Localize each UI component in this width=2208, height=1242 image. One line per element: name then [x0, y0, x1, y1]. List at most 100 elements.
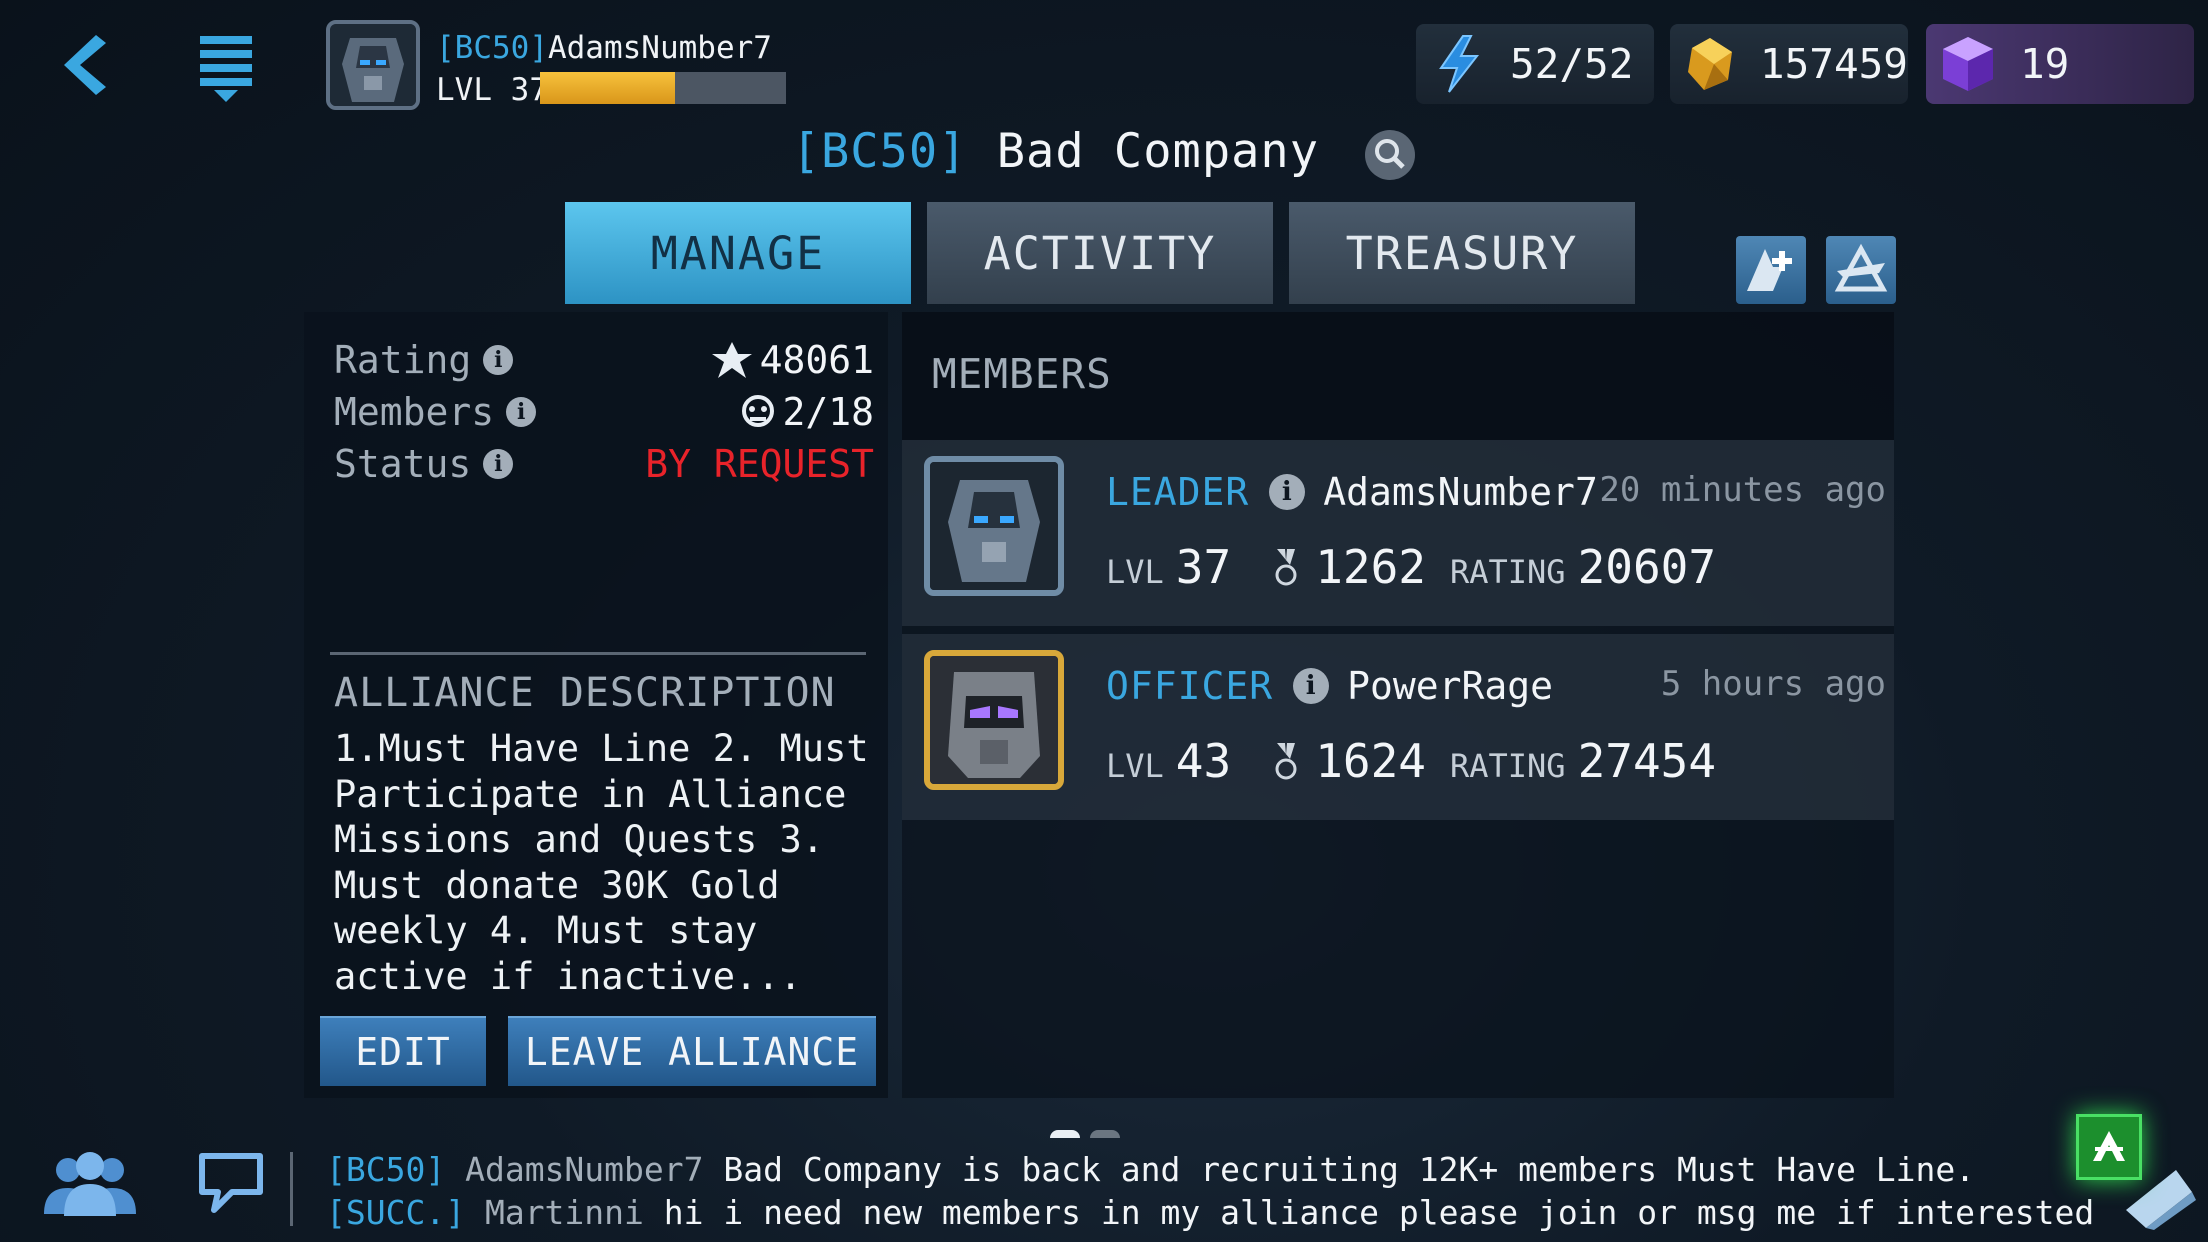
chat-sender: AdamsNumber7	[465, 1150, 704, 1189]
info-icon[interactable]: i	[483, 449, 514, 479]
menu-button[interactable]	[186, 28, 266, 108]
alliance-emblem-icon	[1834, 243, 1888, 292]
rating-label: RATING	[1449, 553, 1566, 591]
member-stats: LVL 43 1624 RATING 27454	[1106, 734, 1716, 788]
energy-counter[interactable]: 52/52	[1416, 24, 1654, 104]
rating-label: Rating i	[334, 338, 514, 382]
member-rating: 27454	[1577, 734, 1717, 788]
people-icon	[44, 1152, 136, 1216]
page-dot	[1050, 1130, 1080, 1138]
chat-message[interactable]: [SUCC.] Martinni hi i need new members i…	[326, 1193, 2094, 1232]
info-icon[interactable]: i	[483, 345, 514, 375]
info-icon[interactable]: i	[506, 397, 537, 427]
member-role: OFFICER	[1106, 664, 1274, 708]
energy-value: 52/52	[1510, 40, 1634, 88]
chat-tag: [BC50]	[326, 1150, 446, 1189]
chat-text: Bad Company is back and recruiting 12K+ …	[723, 1150, 1976, 1189]
rating-emblem-icon	[711, 342, 752, 378]
members-title: MEMBERS	[932, 350, 1112, 398]
member-rating: 20607	[1577, 540, 1717, 594]
leave-alliance-button[interactable]: LEAVE ALLIANCE	[508, 1016, 876, 1086]
info-icon[interactable]: i	[1269, 474, 1306, 510]
chat-bubble-icon	[199, 1153, 263, 1213]
gold-icon	[1682, 34, 1738, 94]
member-stats: LVL 37 1262 RATING 20607	[1106, 540, 1716, 594]
status-value: BY REQUEST	[645, 442, 874, 486]
member-level: 37	[1175, 540, 1232, 594]
member-last-active: 5 hours ago	[1660, 664, 1886, 704]
chevron-left-icon	[64, 35, 106, 95]
player-tag-name: [BC50]AdamsNumber7	[436, 30, 772, 66]
members-label-text: Members	[334, 390, 495, 434]
info-icon[interactable]: i	[1293, 668, 1330, 704]
level-label: LVL	[1106, 747, 1164, 785]
members-value: 2/18	[738, 390, 874, 434]
menu-icon	[200, 36, 252, 102]
player-name: AdamsNumber7	[547, 30, 772, 66]
gold-counter[interactable]: 157459	[1670, 24, 1908, 104]
members-panel: MEMBERS LEADER i AdamsNumber7 20 minutes…	[902, 312, 1894, 1098]
alliance-emblem-icon	[2093, 1131, 2125, 1161]
tab-treasury[interactable]: TREASURY	[1289, 202, 1635, 304]
player-tag: [BC50]	[436, 30, 548, 66]
chat-text: hi i need new members in my alliance ple…	[663, 1193, 2095, 1232]
member-role-line: LEADER i AdamsNumber7	[1106, 470, 1598, 514]
chat-tag: [SUCC.]	[326, 1193, 466, 1232]
gems-counter[interactable]: 19	[1926, 24, 2194, 104]
alliance-alert-button[interactable]	[2076, 1114, 2142, 1180]
gem-icon	[1938, 34, 1998, 94]
robot-portrait-icon	[930, 462, 1058, 590]
robot-portrait-icon	[930, 656, 1058, 784]
members-header: MEMBERS	[902, 312, 1894, 440]
alliance-name: Bad Company	[996, 124, 1320, 179]
xp-bar-fill	[540, 72, 676, 104]
alliance-tag: [BC50]	[791, 124, 968, 179]
rating-number: 48061	[759, 338, 874, 382]
member-role: LEADER	[1106, 470, 1250, 514]
alliance-title: [BC50] Bad Company	[0, 124, 2208, 181]
members-count: 2/18	[782, 390, 874, 434]
member-role-line: OFFICER i PowerRage	[1106, 664, 1553, 708]
member-last-active: 20 minutes ago	[1599, 470, 1886, 510]
member-avatar[interactable]	[924, 456, 1064, 596]
medal-icon	[1275, 743, 1297, 780]
description-heading: ALLIANCE DESCRIPTION	[334, 670, 836, 716]
member-row[interactable]: OFFICER i PowerRage 5 hours ago LVL 43 1…	[902, 634, 1894, 820]
description-text: 1.Must Have Line 2. Must Participate in …	[334, 727, 869, 998]
alliance-info-panel: Rating i 48061 Members i 2/18 Status i B…	[304, 312, 888, 1098]
status-label-text: Status	[334, 442, 472, 486]
member-medals: 1262	[1315, 540, 1426, 594]
divider	[330, 652, 866, 655]
members-emblem-icon	[742, 395, 775, 427]
member-medals: 1624	[1315, 734, 1426, 788]
robot-portrait-icon	[330, 24, 416, 106]
lightning-icon	[1428, 34, 1488, 94]
xp-bar	[540, 72, 786, 104]
member-name: PowerRage	[1347, 664, 1554, 708]
player-level: LVL 37	[436, 72, 548, 108]
medal-icon	[1275, 549, 1297, 586]
search-icon[interactable]	[1364, 129, 1416, 181]
gold-value: 157459	[1759, 40, 1908, 88]
chat-message[interactable]: [BC50] AdamsNumber7 Bad Company is back …	[326, 1150, 1975, 1189]
rating-label: RATING	[1449, 747, 1566, 785]
alliance-add-icon	[1747, 249, 1792, 291]
member-row[interactable]: LEADER i AdamsNumber7 20 minutes ago LVL…	[902, 440, 1894, 626]
chat-sender: Martinni	[484, 1193, 644, 1232]
back-button[interactable]	[48, 30, 118, 100]
page-indicator	[1050, 1130, 1120, 1138]
tab-activity[interactable]: ACTIVITY	[927, 202, 1273, 304]
level-label: LVL	[1106, 553, 1164, 591]
rating-value: 48061	[710, 338, 874, 382]
alliance-emblem-button[interactable]	[1826, 236, 1896, 304]
alliance-members-button[interactable]	[40, 1150, 140, 1220]
player-avatar[interactable]	[326, 20, 420, 110]
edit-button[interactable]: EDIT	[320, 1016, 486, 1086]
member-avatar[interactable]	[924, 650, 1064, 790]
alliance-add-button[interactable]	[1736, 236, 1806, 304]
divider	[290, 1152, 293, 1226]
members-label: Members i	[334, 390, 537, 434]
tab-manage[interactable]: MANAGE	[565, 202, 911, 304]
chat-button[interactable]	[196, 1148, 266, 1218]
page-dot	[1090, 1130, 1120, 1138]
